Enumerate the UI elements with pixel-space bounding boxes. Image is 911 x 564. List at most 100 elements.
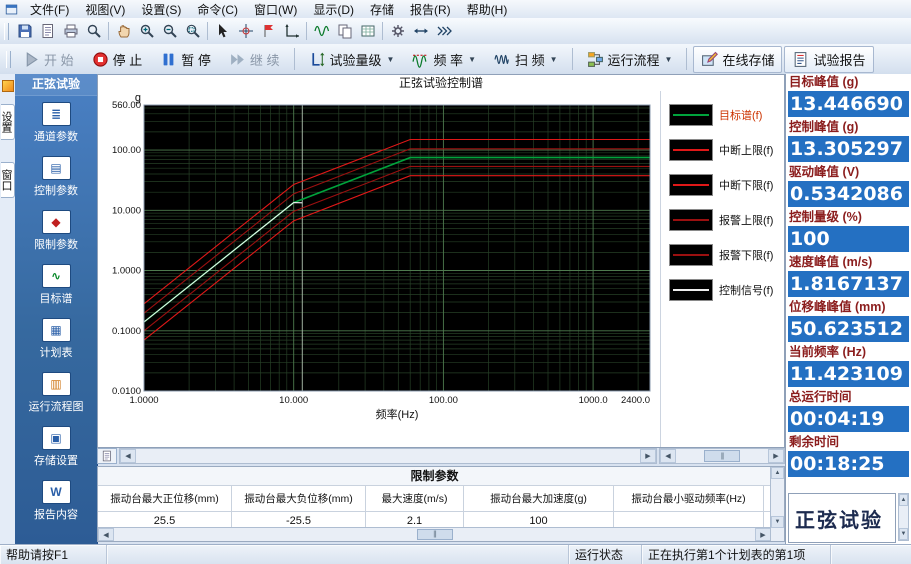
- save-icon: [17, 23, 33, 39]
- save-button[interactable]: [13, 20, 36, 42]
- menu-item-1[interactable]: 文件(F): [22, 0, 77, 19]
- crosshair-button[interactable]: [234, 20, 257, 42]
- limit-parameters-table: 限制参数 振动台最大正位移(mm)振动台最大负位移(mm)最大速度(m/s)振动…: [97, 466, 785, 542]
- sidebar-item-icon: ≣: [42, 102, 71, 126]
- legend-item-4[interactable]: 报警上限(f): [669, 209, 782, 231]
- flow-icon: [587, 51, 604, 68]
- x-expand-button[interactable]: [409, 20, 432, 42]
- pause-button[interactable]: 暂 停: [152, 46, 219, 73]
- scroll-right-icon[interactable]: ▶: [768, 449, 784, 463]
- footer-vscrollbar[interactable]: ▲ ▼: [898, 493, 909, 541]
- sidebar-item-5[interactable]: ▦计划表: [15, 312, 97, 366]
- sidebar-item-8[interactable]: W报告内容: [15, 474, 97, 528]
- menu-item-5[interactable]: 窗口(W): [246, 0, 305, 19]
- pointer-button[interactable]: [211, 20, 234, 42]
- scroll-left-icon[interactable]: ◀: [120, 449, 136, 463]
- test-level-dropdown[interactable]: 试验量级▼: [301, 46, 403, 73]
- scroll-up-icon[interactable]: ▲: [899, 494, 908, 506]
- svg-text:10.000: 10.000: [112, 205, 141, 216]
- export-button[interactable]: [36, 20, 59, 42]
- table-col-header: 振动台最小驱动频率(Hz): [614, 485, 764, 511]
- scroll-up-icon[interactable]: ▲: [771, 467, 784, 479]
- scroll-down-icon[interactable]: ▼: [771, 516, 784, 528]
- overlay-button[interactable]: [333, 20, 356, 42]
- start-button[interactable]: 开 始: [15, 46, 82, 73]
- sine-tool-button[interactable]: [310, 20, 333, 42]
- run-flow-dropdown[interactable]: 运行流程▼: [579, 46, 681, 73]
- zoom-in-button[interactable]: [135, 20, 158, 42]
- chart-corner-button[interactable]: [97, 448, 117, 464]
- crosshair-icon: [238, 23, 254, 39]
- scroll-track[interactable]: [676, 449, 703, 463]
- scroll-right-icon[interactable]: ▶: [640, 449, 656, 463]
- zoom-box-button[interactable]: [181, 20, 204, 42]
- scroll-right-icon[interactable]: ▶: [755, 528, 771, 541]
- legend-item-6[interactable]: 控制信号(f): [669, 279, 782, 301]
- play-icon: [23, 51, 40, 68]
- scroll-down-icon[interactable]: ▼: [899, 528, 908, 540]
- legend-item-5[interactable]: 报警下限(f): [669, 244, 782, 266]
- scroll-track[interactable]: [114, 528, 416, 541]
- menu-item-7[interactable]: 存储: [362, 0, 402, 19]
- resume-button[interactable]: 继 续: [221, 46, 288, 73]
- menu-item-6[interactable]: 显示(D): [305, 0, 362, 19]
- svg-text:10.000: 10.000: [279, 395, 308, 406]
- chart-hscrollbar[interactable]: ◀ ▶: [119, 448, 657, 464]
- status-tail: [831, 545, 911, 564]
- grid-tool-button[interactable]: [356, 20, 379, 42]
- side-tab-2[interactable]: 窗口: [1, 162, 15, 198]
- metric-label: 总运行时间: [786, 389, 911, 406]
- settings-button[interactable]: [386, 20, 409, 42]
- button-label: 试验报告: [813, 50, 865, 69]
- zoom-out-button[interactable]: [158, 20, 181, 42]
- legend-item-2[interactable]: 中断上限(f): [669, 139, 782, 161]
- sweep-dropdown[interactable]: 扫 频▼: [486, 46, 566, 73]
- print-icon: [63, 23, 79, 39]
- legend-swatch: [669, 139, 713, 161]
- table-vscrollbar[interactable]: ▲ ▼: [770, 467, 784, 541]
- frequency-dropdown[interactable]: 频 率▼: [404, 46, 484, 73]
- menu-item-8[interactable]: 报告(R): [402, 0, 459, 19]
- sidebar-item-6[interactable]: ▥运行流程图: [15, 366, 97, 420]
- button-label: 运行流程: [608, 50, 660, 69]
- scroll-track[interactable]: [136, 449, 640, 463]
- scroll-thumb[interactable]: |||: [704, 450, 740, 462]
- print-button[interactable]: [59, 20, 82, 42]
- legend-swatch: [669, 174, 713, 196]
- legend-item-1[interactable]: 目标谱(f): [669, 104, 782, 126]
- sidebar-item-2[interactable]: ▤控制参数: [15, 150, 97, 204]
- zoom-out-icon: [162, 23, 178, 39]
- test-report-button[interactable]: 试验报告: [784, 46, 873, 73]
- legend-line: [673, 114, 709, 116]
- sweep-tool-button[interactable]: [432, 20, 455, 42]
- control-spectrum-plot[interactable]: 560.00100.0010.0001.00000.10000.01001.00…: [98, 91, 660, 433]
- menu-item-2[interactable]: 视图(V): [77, 0, 133, 19]
- legend-item-3[interactable]: 中断下限(f): [669, 174, 782, 196]
- print-preview-button[interactable]: [82, 20, 105, 42]
- online-storage-button[interactable]: 在线存储: [693, 46, 782, 73]
- stop-button[interactable]: 停 止: [84, 46, 151, 73]
- marker-button[interactable]: [257, 20, 280, 42]
- panel-pin-icon[interactable]: [2, 80, 14, 92]
- sidebar-item-3[interactable]: ◆限制参数: [15, 204, 97, 258]
- metric-value: 11.423109: [788, 361, 909, 387]
- sidebar-item-4[interactable]: ∿目标谱: [15, 258, 97, 312]
- table-hscrollbar[interactable]: ◀ ||| ▶: [98, 527, 771, 541]
- menu-item-9[interactable]: 帮助(H): [459, 0, 516, 19]
- scroll-track[interactable]: [454, 528, 756, 541]
- scroll-left-icon[interactable]: ◀: [98, 528, 114, 541]
- scroll-left-icon[interactable]: ◀: [660, 449, 676, 463]
- legend-line: [673, 149, 709, 151]
- chevron-down-icon: ▼: [550, 55, 558, 64]
- axes-button[interactable]: [280, 20, 303, 42]
- legend-hscrollbar[interactable]: ◀ ||| ▶: [659, 448, 785, 464]
- scroll-thumb[interactable]: |||: [417, 529, 453, 540]
- side-tab-1[interactable]: 设置: [1, 104, 15, 140]
- menu-item-4[interactable]: 命令(C): [189, 0, 246, 19]
- sidebar-item-1[interactable]: ≣通道参数: [15, 96, 97, 150]
- scroll-track[interactable]: [741, 449, 768, 463]
- sidebar-item-7[interactable]: ▣存储设置: [15, 420, 97, 474]
- menu-item-3[interactable]: 设置(S): [133, 0, 189, 19]
- pan-button[interactable]: [112, 20, 135, 42]
- menu-bar: 文件(F)视图(V)设置(S)命令(C)窗口(W)显示(D)存储报告(R)帮助(…: [0, 0, 911, 19]
